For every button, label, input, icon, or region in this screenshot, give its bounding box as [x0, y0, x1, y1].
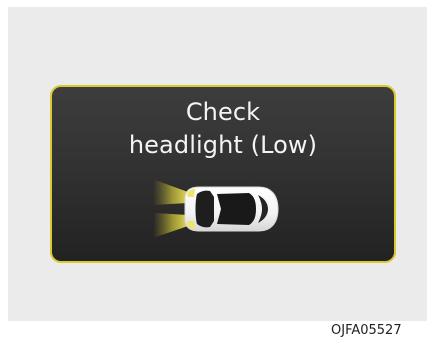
car-low-beam-warning-icon [150, 179, 282, 239]
figure-scene: Check headlight (Low) OJFA05527 [0, 0, 433, 343]
warning-message-line-2: headlight (Low) [128, 131, 318, 159]
instrument-cluster-display: Check headlight (Low) [50, 85, 396, 263]
warning-message-line-1: Check [185, 98, 261, 126]
figure-caption: OJFA05527 [331, 323, 402, 338]
left-upper-beam-icon [153, 180, 188, 205]
left-lower-beam-icon [153, 213, 188, 238]
